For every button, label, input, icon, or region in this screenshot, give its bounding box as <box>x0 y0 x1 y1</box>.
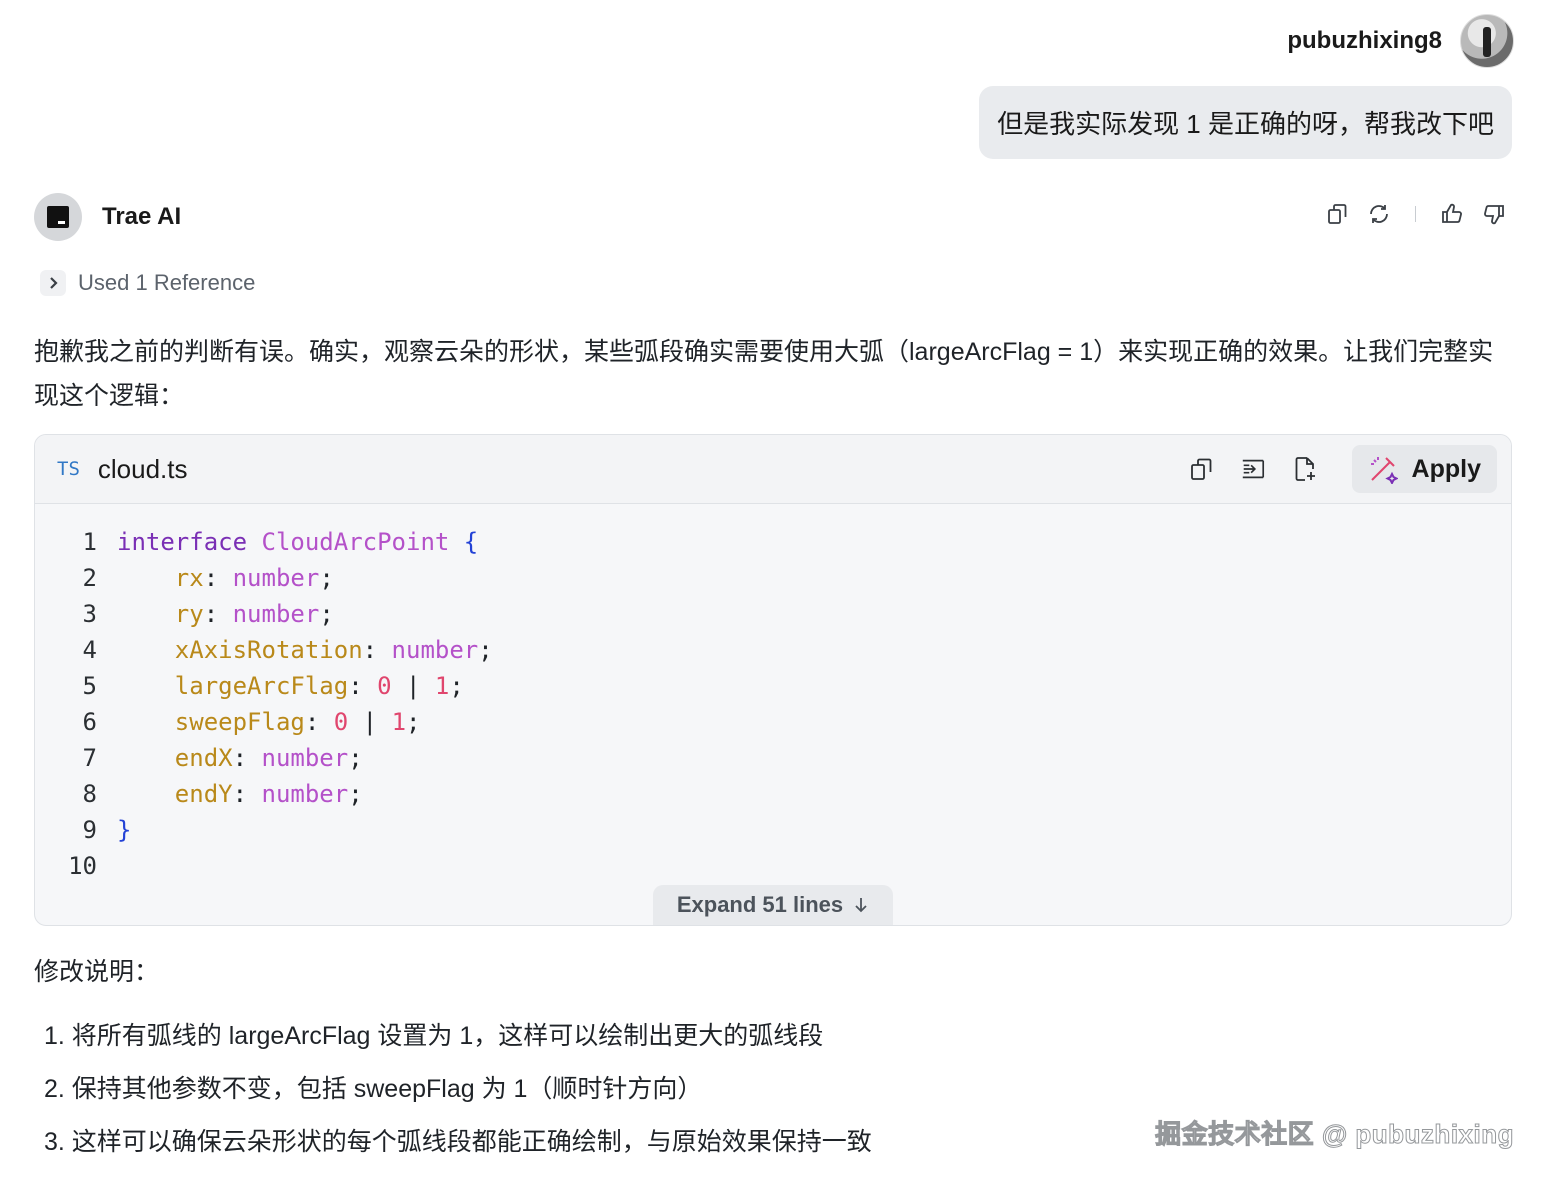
chevron-right-icon <box>40 270 66 296</box>
typescript-badge: TS <box>57 458 80 480</box>
code-line: 10 <box>35 848 1511 884</box>
user-name: pubuzhixing8 <box>1287 27 1442 54</box>
code-text: endX: number; <box>174 744 363 772</box>
code-toolbar: Apply <box>1188 445 1497 493</box>
user-avatar[interactable] <box>1460 14 1514 68</box>
user-header: pubuzhixing8 <box>1287 14 1514 68</box>
new-file-icon[interactable] <box>1292 456 1318 482</box>
expand-label: Expand 51 lines <box>676 892 844 917</box>
code-text: interface CloudArcPoint { <box>117 528 479 556</box>
list-item: 2. 保持其他参数不变，包括 sweepFlag 为 1（顺时针方向） <box>44 1075 703 1103</box>
reference-toggle[interactable]: Used 1 Reference <box>40 270 255 296</box>
code-line: 1 interface CloudArcPoint { <box>35 524 1511 560</box>
line-number: 7 <box>82 744 97 772</box>
arrow-down-icon <box>855 898 867 913</box>
line-number: 8 <box>82 780 97 808</box>
message-actions <box>1325 202 1506 226</box>
code-text: endY: number; <box>174 780 363 808</box>
assistant-name: Trae AI <box>102 203 182 230</box>
assistant-intro: 抱歉我之前的判断有误。确实，观察云朵的形状，某些弧段确实需要使用大弧（large… <box>34 338 1494 410</box>
code-text: } <box>117 816 132 844</box>
code-line: 4 xAxisRotation: number; <box>35 632 1511 668</box>
line-number: 5 <box>82 672 97 700</box>
copy-icon[interactable] <box>1325 202 1349 226</box>
line-number: 4 <box>82 636 97 664</box>
line-number: 10 <box>68 852 97 880</box>
code-block: TS cloud.ts Apply 1 interface CloudArcPoi… <box>34 434 1512 926</box>
actions-divider <box>1415 206 1416 222</box>
code-line: 7 endX: number; <box>35 740 1511 776</box>
assistant-avatar <box>34 193 82 241</box>
code-text: sweepFlag: 0 | 1; <box>174 708 421 736</box>
line-number: 3 <box>82 600 97 628</box>
list-item: 3. 这样可以确保云朵形状的每个弧线段都能正确绘制，与原始效果保持一致 <box>44 1128 872 1156</box>
assistant-header: Trae AI <box>34 193 181 241</box>
notes-title: 修改说明： <box>34 958 160 986</box>
code-text: rx: number; <box>174 564 334 592</box>
apply-button[interactable]: Apply <box>1351 445 1497 493</box>
refresh-icon[interactable] <box>1367 202 1391 226</box>
line-number: 6 <box>82 708 97 736</box>
code-text: xAxisRotation: number; <box>174 636 493 664</box>
notes-list: 1. 将所有弧线的 largeArcFlag 设置为 1，这样可以绘制出更大的弧… <box>44 1010 872 1169</box>
copy-icon[interactable] <box>1188 456 1214 482</box>
watermark: 掘金技术社区 @ pubuzhixing <box>1155 1119 1514 1150</box>
code-text: ry: number; <box>174 600 334 628</box>
line-number: 1 <box>82 528 97 556</box>
code-line: 8 endY: number; <box>35 776 1511 812</box>
code-line: 9} <box>35 812 1511 848</box>
reference-label: Used 1 Reference <box>78 270 256 295</box>
line-number: 9 <box>82 816 97 844</box>
apply-label: Apply <box>1411 454 1481 483</box>
user-message-bubble: 但是我实际发现 1 是正确的呀，帮我改下吧 <box>979 86 1512 159</box>
expand-lines-button[interactable]: Expand 51 lines <box>653 885 893 925</box>
thumbs-down-icon[interactable] <box>1482 202 1506 226</box>
code-line: 6 sweepFlag: 0 | 1; <box>35 704 1511 740</box>
code-line: 5 largeArcFlag: 0 | 1; <box>35 668 1511 704</box>
trae-logo-icon <box>47 206 69 228</box>
code-block-header: TS cloud.ts Apply <box>35 435 1511 504</box>
insert-at-cursor-icon[interactable] <box>1240 456 1266 482</box>
line-number: 2 <box>82 564 97 592</box>
code-file-name[interactable]: cloud.ts <box>98 454 188 485</box>
code-line: 3 ry: number; <box>35 596 1511 632</box>
code-content: 1 interface CloudArcPoint { 2 rx: number;… <box>35 504 1511 884</box>
thumbs-up-icon[interactable] <box>1440 202 1464 226</box>
code-text: largeArcFlag: 0 | 1; <box>174 672 464 700</box>
magic-wand-icon <box>1370 457 1398 484</box>
list-item: 1. 将所有弧线的 largeArcFlag 设置为 1，这样可以绘制出更大的弧… <box>44 1022 824 1050</box>
code-line: 2 rx: number; <box>35 560 1511 596</box>
